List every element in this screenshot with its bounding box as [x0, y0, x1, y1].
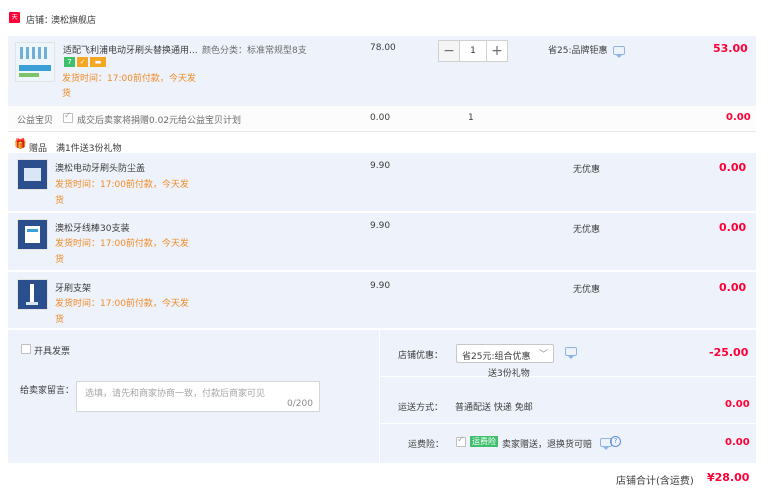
- panel-divider: [380, 376, 756, 377]
- seven-day-return-icon: 7: [64, 57, 75, 67]
- gift-item-discount: 无优惠: [573, 225, 601, 235]
- gift-item-price: 9.90: [370, 161, 391, 171]
- discount-info-icon[interactable]: [565, 347, 577, 359]
- shipping-method: 普通配送 快递 免邮: [455, 403, 533, 413]
- increase-button[interactable]: +: [487, 41, 507, 61]
- main-item-price: 78.00: [370, 43, 396, 53]
- shop-discount-select[interactable]: 省25元:组合优惠 ﹀: [456, 344, 554, 363]
- charity-label: 公益宝贝: [17, 116, 54, 126]
- divider: [8, 131, 756, 132]
- insurance-text: 卖家赠送，退换货可赔: [502, 440, 593, 450]
- shop-discount-selected: 省25元:组合优惠: [462, 352, 531, 362]
- main-item-thumbnail[interactable]: [15, 42, 55, 82]
- gift-item-thumbnail[interactable]: [17, 279, 48, 310]
- gift-item-ship-line2: 货: [55, 315, 65, 325]
- guarantee-icon: ✓: [77, 57, 88, 67]
- gift-item-thumbnail[interactable]: [17, 159, 48, 190]
- tmall-badge-icon: 天猫: [9, 12, 20, 32]
- charity-price: 0.00: [370, 113, 391, 123]
- decrease-button[interactable]: −: [439, 41, 459, 61]
- gift-item-price: 9.90: [370, 221, 391, 231]
- main-item-discount: 省25:品牌钜惠: [548, 46, 608, 56]
- discount-info-icon[interactable]: [613, 46, 625, 58]
- shop-discount-amount: -25.00: [709, 346, 749, 359]
- gift-item-discount: 无优惠: [573, 165, 601, 175]
- dust-cover-image: [24, 168, 41, 181]
- gift-item-discount: 无优惠: [573, 285, 601, 295]
- shop-label: 店铺：: [26, 16, 54, 26]
- total-amount: ¥28.00: [707, 471, 750, 484]
- gift-item-ship-line1: 发货时间：17:00前付款，今天发: [55, 239, 189, 249]
- gift-item-title: 澳松牙线棒30支装: [55, 224, 130, 234]
- message-label: 给卖家留言：: [20, 386, 75, 396]
- gift-item-ship-line2: 货: [55, 255, 65, 265]
- gift-item-ship-line1: 发货时间：17:00前付款，今天发: [55, 299, 189, 309]
- gift-item-title: 牙刷支架: [55, 284, 92, 294]
- gift-item-title: 澳松电动牙刷头防尘盖: [55, 164, 146, 174]
- charity-checkbox[interactable]: [63, 111, 73, 123]
- floss-pack-image: [25, 226, 40, 243]
- panel-divider: [379, 330, 380, 463]
- message-counter: 0/200: [287, 399, 313, 409]
- main-item-ship-line2: 货: [62, 89, 72, 99]
- main-item-spec: 颜色分类：标准常规型8支: [202, 46, 307, 56]
- message-placeholder: 选填，请先和商家协商一致，付款后商家可见: [85, 389, 266, 399]
- charity-quantity: 1: [468, 113, 474, 123]
- gift-item-subtotal: 0.00: [719, 281, 747, 294]
- total-label: 店铺合计(含运费): [616, 476, 694, 487]
- gift-item-subtotal: 0.00: [719, 161, 747, 174]
- quantity-stepper[interactable]: − 1 +: [438, 40, 508, 62]
- gift-item-ship-line1: 发货时间：17:00前付款，今天发: [55, 180, 189, 190]
- shop-discount-label: 店铺优惠：: [398, 351, 444, 361]
- insurance-label: 运费险：: [408, 440, 445, 450]
- gift-item-subtotal: 0.00: [719, 221, 747, 234]
- gift-item-price: 9.90: [370, 281, 391, 291]
- card-payment-icon: ▬: [90, 57, 106, 67]
- main-item-ship-line1: 发货时间：17:00前付款，今天发: [62, 74, 196, 84]
- quantity-input[interactable]: 1: [459, 41, 487, 61]
- gift-icon: 🎁: [14, 139, 27, 150]
- shop-header: 天猫 店铺： 澳松旗舰店: [0, 0, 769, 36]
- help-icon[interactable]: ?: [610, 436, 621, 447]
- charity-subtotal: 0.00: [726, 112, 751, 123]
- chevron-down-icon: ﹀: [539, 350, 549, 360]
- gift-item-ship-line2: 货: [55, 196, 65, 206]
- charity-text: 成交后卖家将捐赠0.02元给公益宝贝计划: [77, 116, 242, 126]
- invoice-label[interactable]: 开具发票: [34, 344, 70, 357]
- panel-divider: [380, 423, 756, 424]
- shop-name-link[interactable]: 澳松旗舰店: [51, 13, 96, 26]
- insurance-checkbox: [456, 435, 466, 447]
- shipping-amount: 0.00: [725, 399, 750, 410]
- main-item-subtotal: 53.00: [713, 42, 748, 55]
- seller-message-textarea[interactable]: 选填，请先和商家协商一致，付款后商家可见 0/200: [76, 381, 320, 412]
- main-item-title-link[interactable]: 适配飞利浦电动牙刷头替换通用...: [63, 43, 198, 56]
- shipping-label: 运送方式：: [398, 403, 444, 413]
- gift-item-thumbnail[interactable]: [17, 219, 48, 250]
- toothbrush-stand-image: [26, 284, 38, 305]
- insurance-badge: 运费险: [470, 436, 498, 447]
- invoice-checkbox[interactable]: [21, 344, 31, 354]
- shop-discount-gift-note: 送3份礼物: [488, 369, 530, 379]
- insurance-amount: 0.00: [725, 437, 750, 448]
- toothbrush-heads-image: [19, 47, 51, 77]
